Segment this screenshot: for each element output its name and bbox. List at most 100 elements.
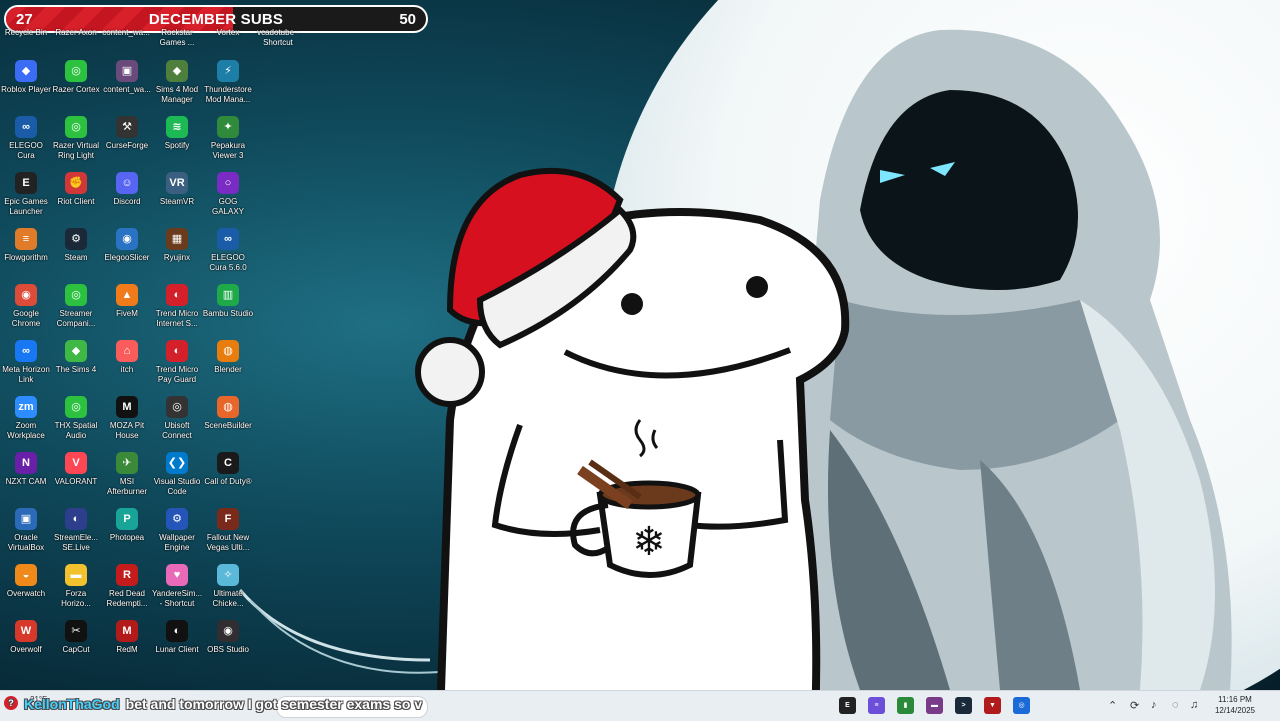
virtualbox-icon: ▣ <box>15 508 37 530</box>
sub-goal-target: 50 <box>399 11 416 28</box>
msi-icon: ✈ <box>116 452 138 474</box>
redm-icon: M <box>116 620 138 642</box>
epic-icon[interactable]: E <box>839 697 856 714</box>
desktop-icon[interactable]: C Call of Duty® <box>202 452 254 487</box>
desktop-icon[interactable]: ◍ SceneBuilder <box>202 396 254 431</box>
desktop-icon-label: Photopea <box>109 533 145 542</box>
desktop-icon[interactable]: ▥ Bambu Studio <box>202 284 254 319</box>
desktop-icon[interactable]: ◍ Blender <box>202 340 254 375</box>
desktop-icon[interactable]: ∞ Meta Horizon Link <box>0 340 52 385</box>
desktop-icon[interactable]: ∞ ELEGOO Cura <box>0 116 52 161</box>
desktop-icon[interactable]: ✂ CapCut <box>50 620 102 655</box>
desktop-icon[interactable]: ⚡ Thunderstore Mod Mana... <box>202 60 254 105</box>
desktop-icon-label: Riot Client <box>57 197 95 206</box>
desktop-icon[interactable]: ◆ Sims 4 Mod Manager <box>151 60 203 105</box>
desktop-icon[interactable]: ▦ Ryujinx <box>151 228 203 263</box>
volume-icon[interactable]: ♫ <box>1190 699 1198 711</box>
desktop-icon[interactable]: ◐ Trend Micro Internet S... <box>151 284 203 329</box>
blender-icon: ◍ <box>217 340 239 362</box>
desktop-icon-label: CapCut <box>62 645 90 654</box>
desktop-icon[interactable]: ◎ Ubisoft Connect <box>151 396 203 441</box>
desktop-icon[interactable]: ❮❯ Visual Studio Code <box>151 452 203 497</box>
cura-icon: ∞ <box>15 116 37 138</box>
desktop-icon[interactable]: ≡ Flowgorithm <box>0 228 52 263</box>
desktop-icon[interactable]: zm Zoom Workplace <box>0 396 52 441</box>
desktop-icon[interactable]: P Photopea <box>101 508 153 543</box>
media-icon[interactable]: ▬ <box>926 697 943 714</box>
desktop-icon[interactable]: ▣ content_wa... <box>101 60 153 95</box>
desktop-icon[interactable]: ◐ StreamEle... SE.Live <box>50 508 102 553</box>
desktop-icon[interactable]: ♥ YandereSim... - Shortcut <box>151 564 203 609</box>
razer-icon: ◎ <box>65 116 87 138</box>
desktop-icon[interactable]: VR SteamVR <box>151 172 203 207</box>
ubisoft-icon: ◎ <box>166 396 188 418</box>
desktop-icon[interactable]: ✦ Pepakura Viewer 3 <box>202 116 254 161</box>
bambu-icon: ▥ <box>217 284 239 306</box>
cura-icon: ∞ <box>217 228 239 250</box>
desktop-icon[interactable]: ◉ Google Chrome <box>0 284 52 329</box>
discord-icon: ☺ <box>116 172 138 194</box>
desktop-icon[interactable]: ○ GOG GALAXY <box>202 172 254 217</box>
desktop-icon[interactable]: ≋ Spotify <box>151 116 203 151</box>
gog-icon: ○ <box>217 172 239 194</box>
folder-icon: ▬ <box>65 564 87 586</box>
terminal-icon[interactable]: > <box>955 697 972 714</box>
desktop-icon[interactable]: ▣ Oracle VirtualBox <box>0 508 52 553</box>
roblox-icon: ◆ <box>15 60 37 82</box>
trendmicro-icon: ◐ <box>166 284 188 306</box>
desktop-icon[interactable]: M MOZA Pit House <box>101 396 153 441</box>
desktop-icon[interactable]: F Fallout New Vegas Ulti... <box>202 508 254 553</box>
desktop-icon[interactable]: ◉ OBS Studio <box>202 620 254 655</box>
moza-icon: M <box>116 396 138 418</box>
desktop-icon[interactable]: M RedM <box>101 620 153 655</box>
desktop-icon[interactable]: ◎ THX Spatial Audio <box>50 396 102 441</box>
desktop-icon[interactable]: ◎ Streamer Compani... <box>50 284 102 329</box>
desktop-icon-label: YandereSim... - Shortcut <box>151 589 203 608</box>
desktop-icon[interactable]: ⌂ itch <box>101 340 153 375</box>
desktop-icon-label: Ryujinx <box>163 253 191 262</box>
sticky-icon[interactable]: ▮ <box>897 697 914 714</box>
clock-date: 12/14/2025 <box>1214 706 1256 715</box>
desktop-icon[interactable]: ◒ Overwatch <box>0 564 52 599</box>
desktop-icon[interactable]: ▲ FiveM <box>101 284 153 319</box>
desktop-icon[interactable]: ⚙ Steam <box>50 228 102 263</box>
desktop-icon[interactable]: N NZXT CAM <box>0 452 52 487</box>
trendmicro-icon: ◐ <box>166 340 188 362</box>
desktop-icon[interactable]: ◐ Trend Micro Pay Guard <box>151 340 203 385</box>
desktop-icon[interactable]: ◎ Razer Virtual Ring Light <box>50 116 102 161</box>
desktop-icon[interactable]: V VALORANT <box>50 452 102 487</box>
desktop-icon-label: Razer Virtual Ring Light <box>52 141 100 160</box>
desktop-icon-label: Thunderstore Mod Mana... <box>204 85 252 104</box>
desktop-icon[interactable]: E Epic Games Launcher <box>0 172 52 217</box>
desktop-icon[interactable]: ✈ MSI Afterburner <box>101 452 153 497</box>
microphone-icon[interactable]: ♪ <box>1151 699 1157 711</box>
desktop-icon-label: Steam <box>64 253 88 262</box>
desktop-icon[interactable]: ✊ Riot Client <box>50 172 102 207</box>
desktop-icon[interactable]: ◉ ElegooSlicer <box>101 228 153 263</box>
chat-message: bet and tomorrow I got semester exams so… <box>125 696 423 712</box>
desktop-icon[interactable]: ◆ The Sims 4 <box>50 340 102 375</box>
browser-icon[interactable]: ◎ <box>1013 697 1030 714</box>
desktop-icon[interactable]: ◆ Roblox Player <box>0 60 52 95</box>
chevron-up-icon[interactable]: ⌃ <box>1108 699 1117 712</box>
desktop-icon[interactable]: ▬ Forza Horizo... <box>50 564 102 609</box>
desktop-icon-label: Call of Duty® <box>204 477 252 486</box>
desktop-icon[interactable]: ◎ Razer Cortex <box>50 60 102 95</box>
desktop-icon[interactable]: ∞ ELEGOO Cura 5.6.0 <box>202 228 254 273</box>
razer-icon: ◎ <box>65 60 87 82</box>
desktop-icon[interactable]: ☺ Discord <box>101 172 153 207</box>
chrome-icon: ◉ <box>15 284 37 306</box>
desktop-icon-label: StreamEle... SE.Live <box>53 533 98 552</box>
game-icon[interactable]: ▼ <box>984 697 1001 714</box>
notes-icon[interactable]: ≡ <box>868 697 885 714</box>
scenebuilder-icon: ◍ <box>217 396 239 418</box>
desktop-icon[interactable]: ✧ Ultimate Chicke... <box>202 564 254 609</box>
desktop-icon[interactable]: R Red Dead Redempti... <box>101 564 153 609</box>
desktop-icon[interactable]: ◐ Lunar Client <box>151 620 203 655</box>
desktop-icon[interactable]: ⚙ Wallpaper Engine <box>151 508 203 553</box>
network-icon[interactable]: ⟳ <box>1130 699 1139 712</box>
wifi-icon[interactable]: ◌ <box>1172 699 1179 711</box>
taskbar-clock[interactable]: 11:16 PM 12/14/2025 <box>1208 694 1262 716</box>
desktop-icon[interactable]: ⚒ CurseForge <box>101 116 153 151</box>
desktop-icon[interactable]: W Overwolf <box>0 620 52 655</box>
